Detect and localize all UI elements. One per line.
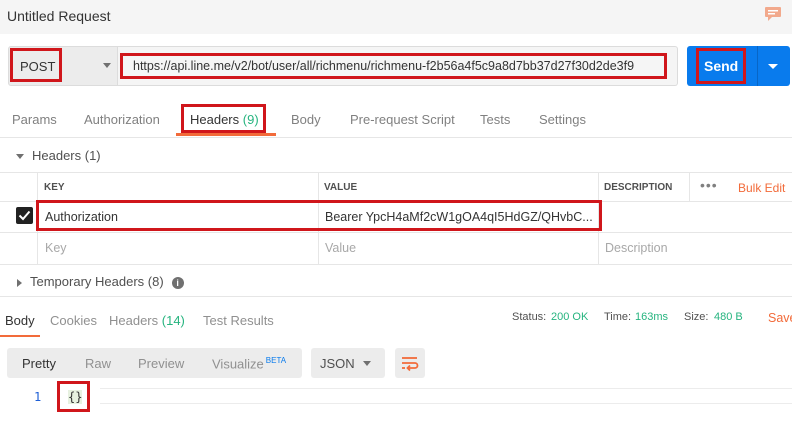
response-body-editor[interactable]: 1 {} [0,384,792,414]
info-icon[interactable]: i [171,276,184,289]
active-tab-indicator [176,133,276,136]
view-raw-button[interactable]: Raw [85,356,111,371]
save-response-button[interactable]: Save [768,311,792,325]
wrap-lines-icon [402,357,419,372]
headers-section-title: Headers (1) [32,148,101,163]
chevron-down-icon [103,63,111,68]
send-button[interactable]: Send [687,46,757,86]
chevron-down-icon [768,64,778,69]
active-tab-indicator [0,335,40,337]
time-value[interactable]: 163ms [635,311,668,323]
response-tab-headers[interactable]: Headers (14) [109,313,185,328]
header-enabled-checkbox[interactable] [16,207,33,224]
tab-body[interactable]: Body [291,112,321,127]
send-options-button[interactable] [757,46,790,86]
response-tab-headers-count: (14) [161,313,185,328]
tab-pre-request-script[interactable]: Pre-request Script [350,112,455,127]
view-visualize-button[interactable]: Visualize BETA [212,356,286,371]
more-options-icon[interactable]: ••• [700,177,718,193]
checkbox-checked-icon [18,210,31,221]
new-description-input[interactable]: Description [605,241,668,255]
column-divider [318,173,319,265]
new-key-input[interactable]: Key [45,241,67,255]
method-label: POST [20,59,56,74]
headers-section-toggle[interactable]: Headers (1) [16,148,101,163]
format-label: JSON [320,356,355,371]
send-label: Send [704,58,739,74]
title-bar: Untitled Request [0,0,792,34]
column-header-value: VALUE [324,182,358,193]
row-divider [0,232,792,233]
chevron-right-icon [17,278,22,287]
tab-headers[interactable]: Headers (9) [190,112,259,127]
line-number: 1 [34,390,42,404]
temporary-headers-label: Temporary Headers (8) [30,274,164,289]
url-text: https://api.line.me/v2/bot/user/all/rich… [133,59,635,73]
new-value-input[interactable]: Value [325,241,356,255]
format-select[interactable]: JSON [311,348,385,378]
headers-table: KEY VALUE DESCRIPTION Authorization Bear… [0,172,792,265]
column-divider [598,173,599,265]
tab-headers-label: Headers [190,112,240,127]
column-divider [37,173,38,265]
tab-authorization[interactable]: Authorization [84,112,160,127]
visualize-label: Visualize [212,356,264,372]
comment-icon[interactable] [764,6,782,22]
column-header-key: KEY [44,182,65,193]
temporary-headers-toggle[interactable]: Temporary Headers (8) i [17,274,184,289]
row-divider [0,264,792,265]
view-preview-button[interactable]: Preview [138,356,184,371]
method-select[interactable]: POST [8,46,118,86]
column-header-description: DESCRIPTION [604,182,673,193]
time-label: Time: [604,311,632,323]
size-value[interactable]: 480 B [714,311,743,323]
response-tab-body[interactable]: Body [5,313,35,328]
column-divider [689,173,690,201]
wrap-lines-button[interactable] [395,348,425,378]
beta-badge: BETA [265,356,287,365]
tab-headers-count: (9) [242,112,259,127]
response-tab-cookies[interactable]: Cookies [50,313,97,328]
chevron-down-icon [363,361,371,366]
status-value[interactable]: 200 OK [551,311,588,323]
response-body-content[interactable]: {} [68,390,83,404]
url-input[interactable]: https://api.line.me/v2/bot/user/all/rich… [118,46,678,86]
view-pretty-button[interactable]: Pretty [22,356,56,371]
row-divider [0,201,792,202]
tab-settings[interactable]: Settings [539,112,586,127]
tab-params[interactable]: Params [12,112,57,127]
header-value-cell[interactable]: Bearer YpcH4aMf2cW1gOA4qI5HdGZ/QHvbC... [325,210,593,224]
request-title[interactable]: Untitled Request [7,8,111,24]
status-label: Status: [512,311,547,323]
response-tabs: Body Cookies Headers (14) Test Results [0,297,792,338]
bulk-edit-link[interactable]: Bulk Edit [738,181,785,195]
header-key-cell[interactable]: Authorization [45,210,118,224]
chevron-down-icon [16,154,24,160]
response-tab-test-results[interactable]: Test Results [203,313,274,328]
request-tabs: Params Authorization Headers (9) Body Pr… [0,100,792,138]
response-tab-headers-label: Headers [109,313,159,328]
tab-tests[interactable]: Tests [480,112,510,127]
size-label: Size: [684,311,709,323]
view-mode-bar: Pretty Raw Preview Visualize BETA [7,348,302,378]
